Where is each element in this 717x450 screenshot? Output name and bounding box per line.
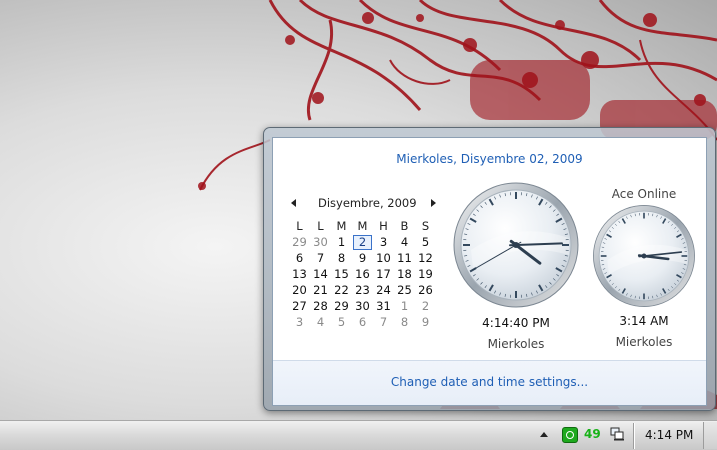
next-month-arrow-icon[interactable] [431, 199, 436, 207]
calendar-day[interactable]: 6 [289, 250, 310, 266]
calendar-day[interactable]: 31 [373, 298, 394, 314]
calendar-day[interactable]: 12 [415, 250, 436, 266]
calendar-month-title[interactable]: Disyembre, 2009 [318, 196, 417, 210]
calendar-day[interactable]: 29 [331, 298, 352, 314]
calendar-day[interactable]: 9 [415, 314, 436, 330]
calendar-week-row: 272829303112 [289, 298, 436, 314]
additional-clock-time: 3:14 AM [591, 314, 697, 328]
calendar-day[interactable]: 23 [352, 282, 373, 298]
calendar-day[interactable]: 22 [331, 282, 352, 298]
calendar-day[interactable]: 26 [415, 282, 436, 298]
calendar-grid: L L M M H B S 29301234567891011121314151… [289, 218, 436, 330]
calendar-week-row: 20212223242526 [289, 282, 436, 298]
local-analog-clock [451, 180, 581, 310]
calendar-day[interactable]: 3 [373, 234, 394, 250]
calendar-week-row: 13141516171819 [289, 266, 436, 282]
calendar-day[interactable]: 13 [289, 266, 310, 282]
calendar-day[interactable]: 9 [352, 250, 373, 266]
calendar-day[interactable]: 10 [373, 250, 394, 266]
additional-analog-clock [591, 203, 697, 309]
calendar-day[interactable]: 1 [394, 298, 415, 314]
calendar-day[interactable]: 29 [289, 234, 310, 250]
additional-clock-name: Ace Online [591, 187, 697, 201]
calendar-day[interactable]: 5 [415, 234, 436, 250]
tray-count-label[interactable]: 49 [584, 427, 601, 441]
calendar-day[interactable]: 8 [394, 314, 415, 330]
tray-separator [633, 423, 634, 449]
calendar-week-row: 3456789 [289, 314, 436, 330]
calendar-day[interactable]: 3 [289, 314, 310, 330]
calendar-day[interactable]: 7 [310, 250, 331, 266]
calendar-day[interactable]: 11 [394, 250, 415, 266]
calendar-day[interactable]: 16 [352, 266, 373, 282]
calendar-day[interactable]: 15 [331, 266, 352, 282]
calendar-day[interactable]: 4 [310, 314, 331, 330]
calendar-day[interactable]: 21 [310, 282, 331, 298]
previous-month-arrow-icon[interactable] [291, 199, 296, 207]
calendar-day[interactable]: 28 [310, 298, 331, 314]
calendar-day-today[interactable]: 2 [352, 234, 373, 250]
local-clock-time: 4:14:40 PM [451, 316, 581, 330]
flyout-footer: Change date and time settings... [273, 360, 706, 406]
date-time-flyout: Mierkoles, Disyembre 02, 2009 Disyembre,… [263, 127, 716, 411]
calendar-day[interactable]: 2 [415, 298, 436, 314]
calendar-day[interactable]: 17 [373, 266, 394, 282]
flyout-panel: Mierkoles, Disyembre 02, 2009 Disyembre,… [272, 137, 707, 406]
weekday-header-row: L L M M H B S [289, 218, 436, 234]
calendar-day[interactable]: 8 [331, 250, 352, 266]
weekday-label: B [394, 218, 415, 234]
calendar-day[interactable]: 1 [331, 234, 352, 250]
weekday-label: M [331, 218, 352, 234]
weekday-label: L [289, 218, 310, 234]
weekday-label: L [310, 218, 331, 234]
long-date-link[interactable]: Mierkoles, Disyembre 02, 2009 [273, 152, 706, 166]
show-hidden-icons-arrow-icon[interactable] [540, 432, 548, 437]
calendar-week-row: 293012345 [289, 234, 436, 250]
calendar-day[interactable]: 14 [310, 266, 331, 282]
calendar-day[interactable]: 30 [310, 234, 331, 250]
calendar-day[interactable]: 19 [415, 266, 436, 282]
change-date-time-settings-link[interactable]: Change date and time settings... [273, 375, 706, 389]
calendar-day[interactable]: 18 [394, 266, 415, 282]
taskbar-clock[interactable]: 4:14 PM [645, 428, 693, 442]
show-desktop-button[interactable] [703, 422, 717, 449]
weekday-label: M [352, 218, 373, 234]
weekday-label: S [415, 218, 436, 234]
additional-clock-day: Mierkoles [591, 335, 697, 349]
network-icon[interactable] [610, 427, 624, 441]
today-marker: 2 [353, 235, 372, 250]
calendar-navigation: Disyembre, 2009 [291, 196, 431, 214]
calendar-day[interactable]: 4 [394, 234, 415, 250]
calendar-day[interactable]: 6 [352, 314, 373, 330]
calendar-week-row: 6789101112 [289, 250, 436, 266]
weekday-label: H [373, 218, 394, 234]
calendar-day[interactable]: 27 [289, 298, 310, 314]
calendar-day[interactable]: 5 [331, 314, 352, 330]
calendar-day[interactable]: 7 [373, 314, 394, 330]
calendar-day[interactable]: 30 [352, 298, 373, 314]
taskbar: 49 4:14 PM [0, 420, 717, 450]
calendar-day[interactable]: 20 [289, 282, 310, 298]
local-clock-day: Mierkoles [451, 337, 581, 351]
calendar-days: 2930123456789101112131415161718192021222… [289, 234, 436, 330]
calendar-day[interactable]: 25 [394, 282, 415, 298]
calendar-day[interactable]: 24 [373, 282, 394, 298]
green-app-icon[interactable] [562, 427, 578, 443]
